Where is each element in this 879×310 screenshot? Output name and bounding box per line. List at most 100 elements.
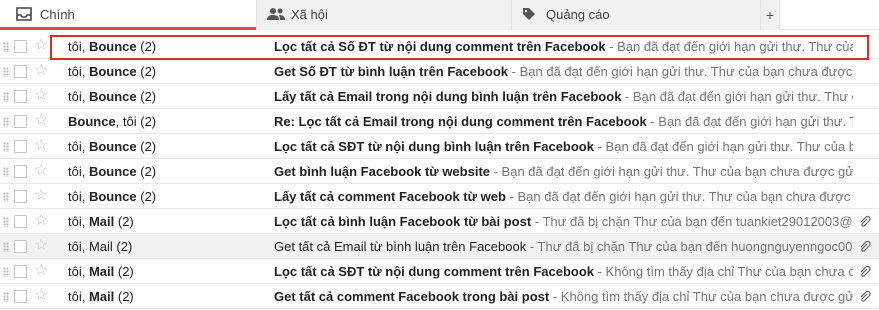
subject: Lọc tất cả SĐT từ nội dung bình luận trê… (274, 139, 594, 154)
sender-name: Mail (88, 289, 115, 304)
subject: Re: Lọc tất cả Email trong nội dung comm… (274, 114, 647, 129)
star-icon[interactable]: ☆ (34, 187, 48, 205)
sender-prefix: tôi, (68, 239, 89, 254)
email-row[interactable]: ☆ tôi, Bounce (2) Lấy tất cả comment Faceb… (0, 184, 879, 209)
star-icon[interactable]: ☆ (34, 287, 48, 305)
select-checkbox[interactable] (14, 140, 27, 153)
sender: tôi, Mail (2) (68, 214, 268, 229)
sender-name: Bounce (88, 164, 137, 179)
thread-count: (2) (114, 214, 134, 229)
select-checkbox[interactable] (14, 265, 27, 278)
snippet: - Bạn đã đạt đến giới hạn gửi thư. Th (646, 114, 853, 129)
star-icon[interactable]: ☆ (34, 237, 48, 255)
star-icon[interactable]: ☆ (34, 262, 48, 280)
sender-prefix: tôi, (68, 89, 89, 104)
subject: Lọc tất cả bình luận Facebook từ bài pos… (274, 214, 532, 229)
drag-handle-icon[interactable] (3, 217, 9, 227)
snippet: - Thư đã bị chặn Thư của bạn đến huongng… (526, 239, 853, 254)
message-line: Get tất cả comment Facebook trong bài po… (274, 289, 853, 304)
email-row[interactable]: ☆ tôi, Bounce (2) Lấy tất cả Email trong n… (0, 84, 879, 109)
snippet: - Bạn đã đạt đến giới hạn gửi thư. Thư c… (490, 164, 853, 179)
sender: tôi, Bounce (2) (68, 64, 268, 79)
star-icon[interactable]: ☆ (34, 112, 48, 130)
thread-count: (2) (136, 139, 157, 154)
thread-count: (2) (136, 39, 157, 54)
sender: Bounce, tôi (2) (68, 114, 268, 129)
select-checkbox[interactable] (14, 240, 27, 253)
sender: tôi, Bounce (2) (68, 164, 268, 179)
star-icon[interactable]: ☆ (34, 37, 48, 55)
thread-count: (2) (114, 289, 134, 304)
sender: tôi, Bounce (2) (68, 89, 268, 104)
email-row[interactable]: ☆ tôi, Mail (2) Get tất cả Email từ bình l… (0, 234, 879, 259)
tab-social[interactable]: Xã hội (256, 0, 511, 30)
sender-name: Bounce (88, 89, 137, 104)
select-checkbox[interactable] (14, 290, 27, 303)
select-checkbox[interactable] (14, 165, 27, 178)
sender: tôi, Mail (2) (68, 264, 268, 279)
tab-promotions[interactable]: Quảng cáo (511, 0, 760, 30)
drag-handle-icon[interactable] (3, 167, 9, 177)
email-row[interactable]: ☆ tôi, Bounce (2) Get bình luận Facebook t… (0, 159, 879, 184)
email-row[interactable]: ☆ tôi, Mail (2) Lọc tất cả bình luận Faceb… (0, 209, 879, 234)
email-row[interactable]: ☆ Bounce, tôi (2) Re: Lọc tất cả Email tro… (0, 109, 879, 134)
email-row[interactable]: ☆ tôi, Bounce (2) Lọc tất cả SĐT từ nội du… (0, 134, 879, 159)
sender-prefix: tôi, (68, 39, 89, 54)
drag-handle-icon[interactable] (3, 42, 9, 52)
sender: tôi, Mail (2) (68, 239, 268, 254)
paperclip-icon (859, 290, 873, 303)
drag-handle-icon[interactable] (3, 117, 9, 127)
message-line: Lọc tất cả Số ĐT từ nội dung comment trê… (274, 39, 853, 54)
drag-handle-icon[interactable] (3, 192, 9, 202)
star-icon[interactable]: ☆ (34, 62, 48, 80)
drag-handle-icon[interactable] (3, 92, 9, 102)
drag-handle-icon[interactable] (3, 267, 9, 277)
message-line: Get bình luận Facebook từ website - Bạn … (274, 164, 853, 179)
message-line: Re: Lọc tất cả Email trong nội dung comm… (274, 114, 853, 129)
drag-handle-icon[interactable] (3, 67, 9, 77)
message-line: Lấy tất cả comment Facebook từ web - Bạn… (274, 189, 853, 204)
select-checkbox[interactable] (14, 65, 27, 78)
sender: tôi, Bounce (2) (68, 189, 268, 204)
subject: Lấy tất cả Email trong nội dung bình luậ… (274, 89, 622, 104)
add-tab-button[interactable]: + (760, 0, 780, 30)
select-checkbox[interactable] (14, 215, 27, 228)
subject: Get bình luận Facebook từ website (274, 164, 490, 179)
sender-prefix: tôi, (68, 289, 89, 304)
email-row[interactable]: ☆ tôi, Bounce (2) Lọc tất cả Số ĐT từ nội … (0, 34, 879, 59)
select-checkbox[interactable] (14, 115, 27, 128)
drag-handle-icon[interactable] (3, 242, 9, 252)
snippet: - Bạn đã đạt đến giới hạn gửi thư. Thư c… (625, 89, 853, 104)
email-row[interactable]: ☆ tôi, Bounce (2) Get Số ĐT từ bình luận t… (0, 59, 879, 84)
select-checkbox[interactable] (14, 190, 27, 203)
sender-name: Mail (88, 239, 113, 254)
subject: Lấy tất cả comment Facebook từ web (274, 189, 506, 204)
sender-name: Bounce (88, 64, 137, 79)
star-icon[interactable]: ☆ (34, 162, 48, 180)
sender-prefix: tôi, (68, 139, 89, 154)
drag-handle-icon[interactable] (3, 292, 9, 302)
email-row[interactable]: ☆ tôi, Mail (2) Lọc tất cả SĐT từ nội dung… (0, 259, 879, 284)
select-checkbox[interactable] (14, 90, 27, 103)
subject: Lọc tất cả SĐT từ nội dung comment trên … (274, 264, 594, 279)
people-icon (267, 7, 285, 21)
select-checkbox[interactable] (14, 40, 27, 53)
tab-label: Chính (40, 7, 75, 22)
message-line: Lấy tất cả Email trong nội dung bình luậ… (274, 89, 853, 104)
subject: Get tất cả comment Facebook trong bài po… (274, 289, 550, 304)
sender: tôi, Bounce (2) (68, 39, 268, 54)
message-line: Lọc tất cả bình luận Facebook từ bài pos… (274, 214, 853, 229)
snippet: - Không tìm thấy địa chỉ Thư của bạn chư… (549, 289, 853, 304)
sender-name: Mail (88, 264, 115, 279)
star-icon[interactable]: ☆ (34, 212, 48, 230)
paperclip-icon (859, 265, 873, 278)
star-icon[interactable]: ☆ (34, 137, 48, 155)
email-row[interactable]: ☆ tôi, Mail (2) Get tất cả comment Faceboo… (0, 284, 879, 309)
thread-count: (2) (136, 189, 157, 204)
sender-prefix: tôi, (68, 64, 89, 79)
drag-handle-icon[interactable] (3, 142, 9, 152)
tab-primary[interactable]: Chính (0, 0, 256, 30)
sender-name: Mail (88, 214, 115, 229)
thread-count: , tôi (2) (115, 114, 157, 129)
star-icon[interactable]: ☆ (34, 87, 48, 105)
